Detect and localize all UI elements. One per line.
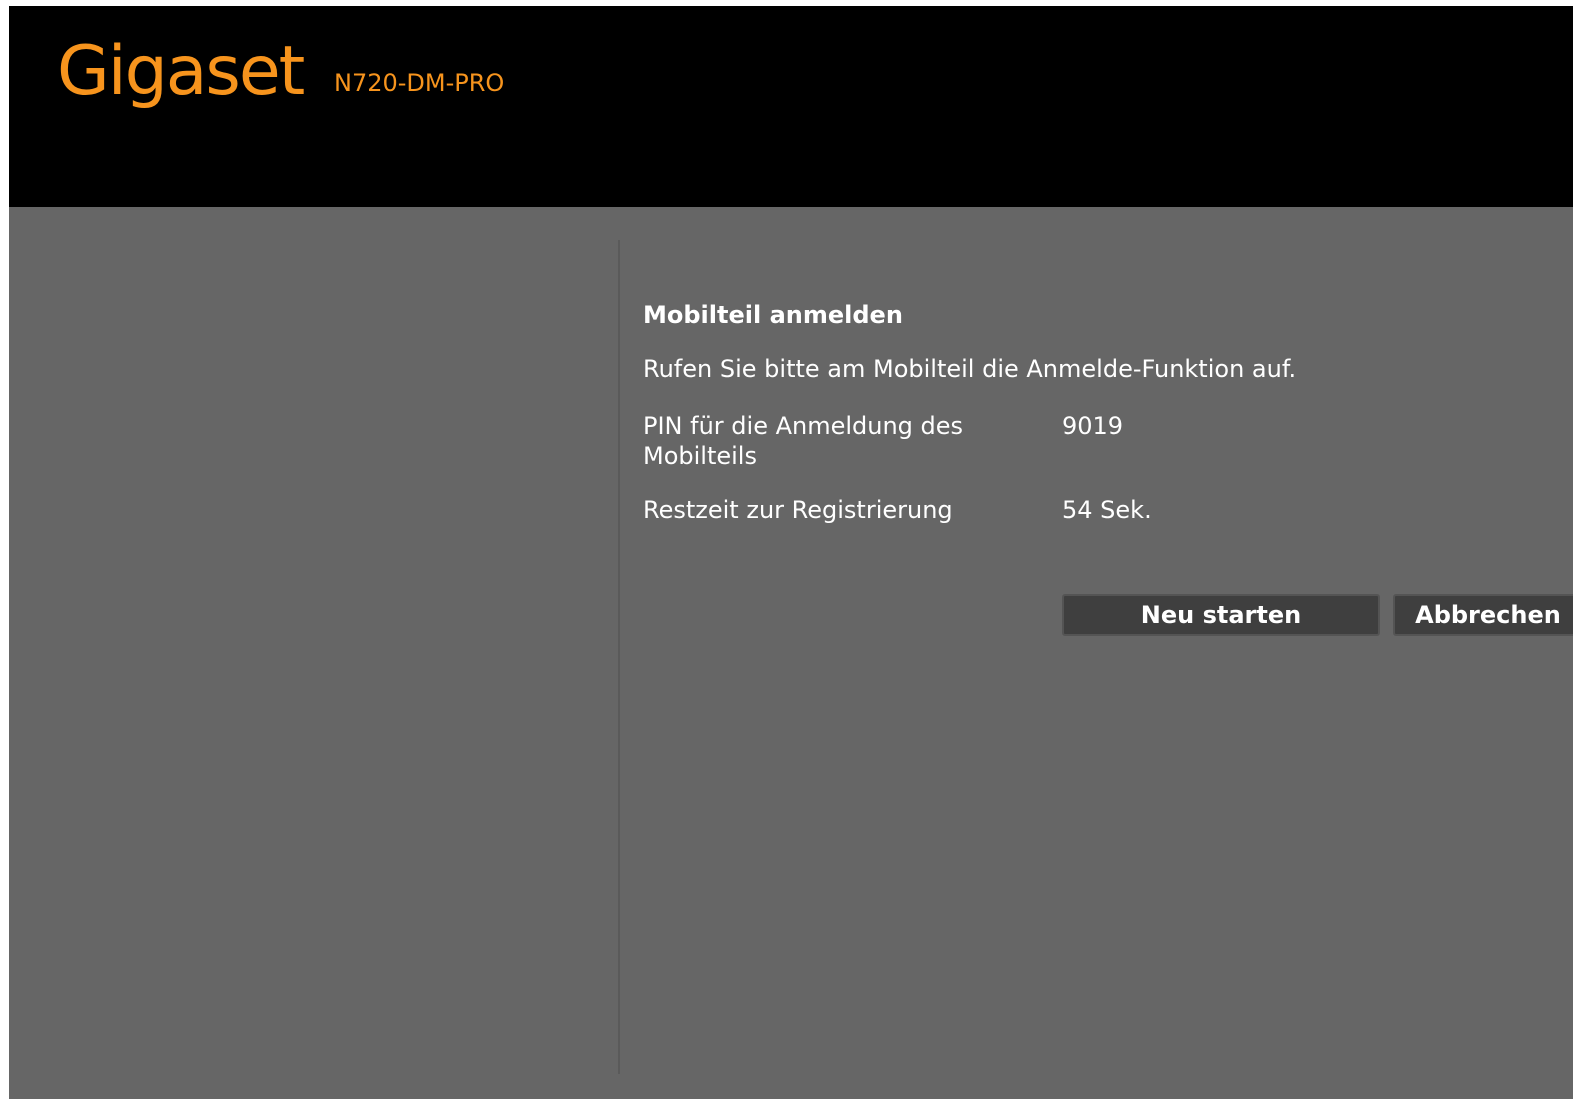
instruction-text: Rufen Sie bitte am Mobilteil die Anmelde… (643, 355, 1297, 383)
cancel-button[interactable]: Abbrechen (1393, 594, 1573, 636)
page-title: Mobilteil anmelden (643, 301, 903, 329)
pin-value: 9019 (1062, 412, 1124, 440)
sidebar (9, 207, 618, 1099)
restart-button[interactable]: Neu starten (1062, 594, 1380, 636)
registration-panel: Mobilteil anmelden Rufen Sie bitte am Mo… (643, 207, 1573, 1099)
device-model-label: N720-DM-PRO (334, 69, 505, 97)
app-frame: Gigaset N720-DM-PRO Mobilteil anmelden R… (9, 6, 1573, 1099)
pin-label: PIN für die Anmeldung des Mobilteils (643, 412, 964, 470)
content-divider (618, 240, 620, 1074)
remaining-time-label: Restzeit zur Registrierung (643, 496, 953, 524)
page-header: Gigaset N720-DM-PRO (9, 6, 1573, 207)
gigaset-logo: Gigaset (57, 32, 305, 111)
remaining-time-value: 54 Sek. (1062, 496, 1152, 524)
